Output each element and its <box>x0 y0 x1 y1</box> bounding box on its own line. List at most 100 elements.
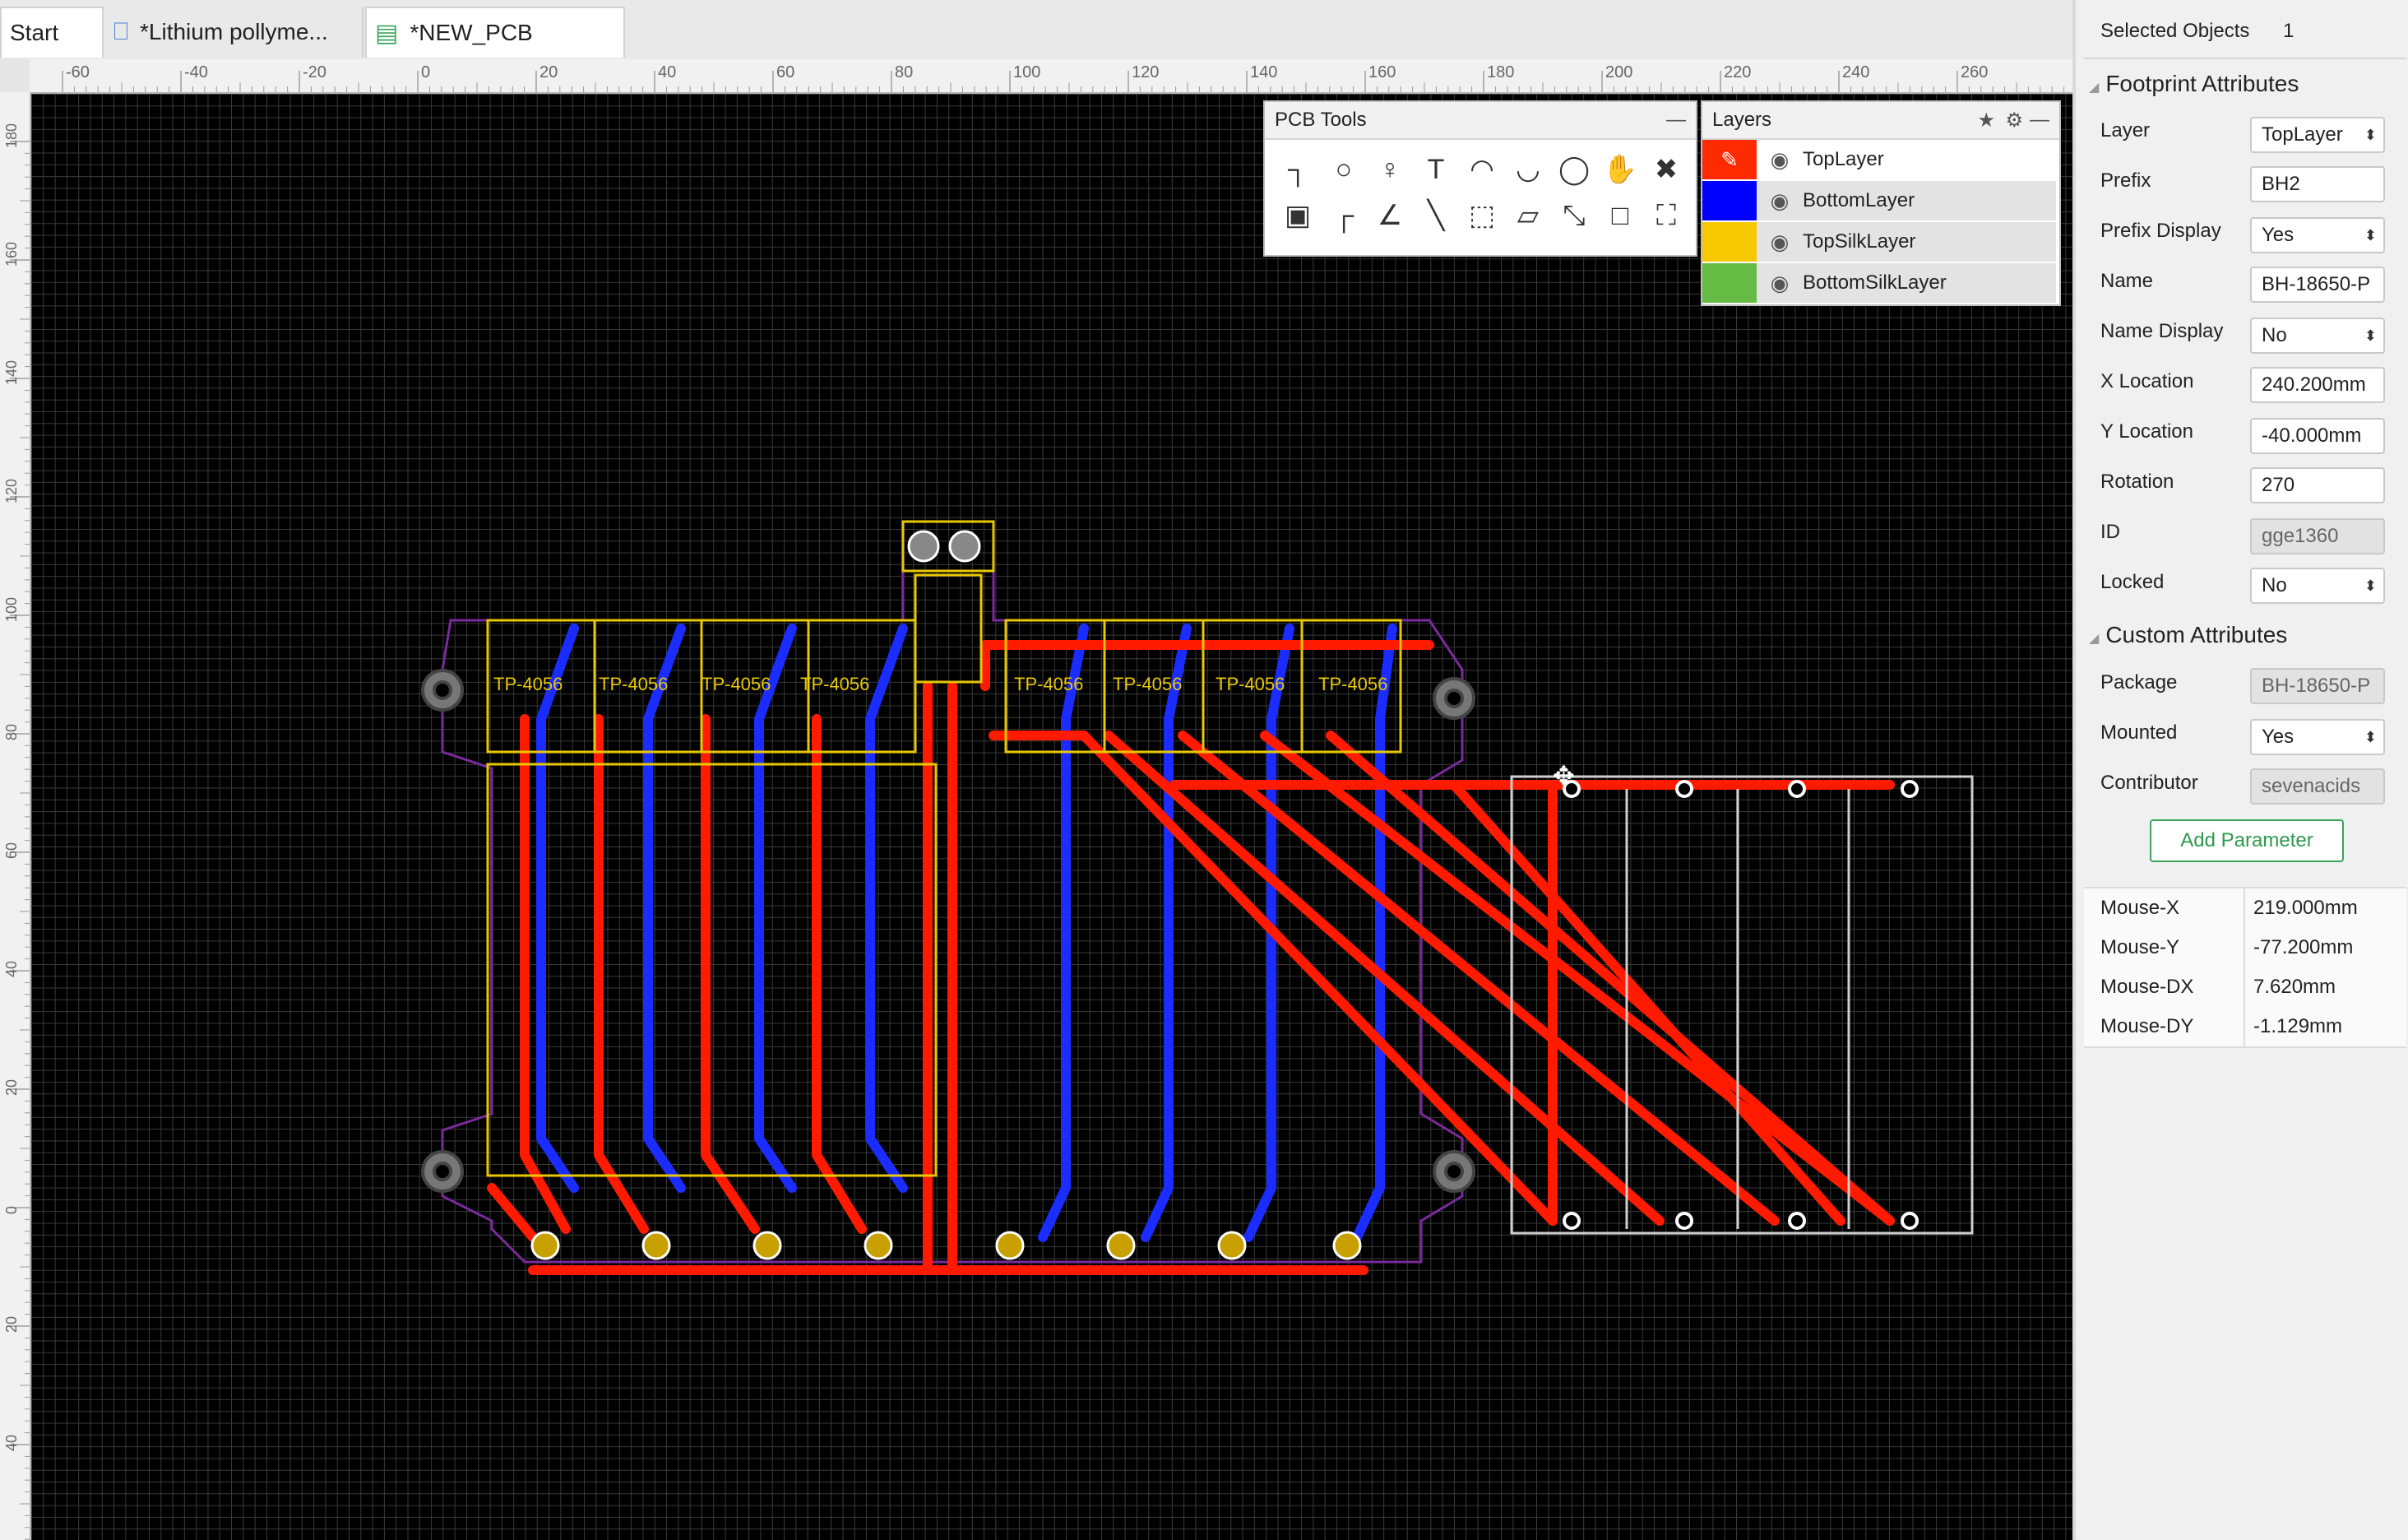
module-label: TP-4056 <box>493 674 563 694</box>
horizontal-ruler[interactable]: -60 -40 -20 0 20 40 60 80 100 120 140 160 180 200 220 2… <box>30 59 2072 94</box>
connect-tool-icon[interactable]: ╲ <box>1413 192 1459 239</box>
x-location-input[interactable]: 240.200mm <box>2250 367 2385 403</box>
battery-holder-bh2[interactable] <box>1510 775 1974 1235</box>
module-label: TP-4056 <box>702 674 771 694</box>
name-input[interactable]: BH-18650-P <box>2250 267 2385 303</box>
layer-select[interactable]: TopLayer ⬍ <box>2250 117 2385 153</box>
tab-label: *Lithium pollyme... <box>140 19 328 44</box>
custom-attributes-header[interactable]: ◢ Custom Attributes <box>2089 622 2401 648</box>
mounted-select[interactable]: Yes ⬍ <box>2250 719 2385 755</box>
mouse-y-value: -77.200mm <box>2253 936 2354 958</box>
track-tool-icon[interactable]: ┐ <box>1275 146 1321 192</box>
layers-title-bar[interactable]: Layers ★ ⚙ — <box>1702 102 2059 140</box>
pcb-canvas[interactable]: TP-4056 TP-4056 TP-4056 TP-4056 TP-4056 … <box>31 94 2072 1540</box>
move-cursor-icon: ✥ <box>1553 761 1575 791</box>
module-label: TP-4056 <box>599 674 668 694</box>
ruler-label: 160 <box>1368 63 1396 81</box>
ruler-label: 160 <box>3 242 20 267</box>
solid-region-icon[interactable]: ⬚ <box>1459 192 1505 239</box>
attr-label-package: Package <box>2100 671 2178 693</box>
mouse-dx-row: Mouse-DX 7.620mm <box>2084 967 2406 1009</box>
connect-pad-icon[interactable]: ✖ <box>1643 146 1689 192</box>
fit-view-icon[interactable]: ⛶ <box>1643 192 1689 239</box>
pcb-tools-title-bar[interactable]: PCB Tools — <box>1265 102 1696 140</box>
tab-new-pcb[interactable]: ▤ *NEW_PCB <box>365 7 625 58</box>
silkscreen <box>486 520 1402 1177</box>
ruler-label: -20 <box>303 63 326 81</box>
measure-tool-icon[interactable]: ⤡ <box>1551 192 1597 239</box>
layer-color-swatch[interactable] <box>1702 181 1757 220</box>
image-tool-icon[interactable]: ▣ <box>1275 192 1321 239</box>
pcb-tools-title: PCB Tools <box>1275 109 1367 131</box>
pencil-icon: ✎ <box>1702 140 1757 179</box>
minimize-icon[interactable]: — <box>2030 109 2049 132</box>
rectangle-tool-icon[interactable]: □ <box>1597 192 1643 239</box>
ruler-label: 20 <box>3 1316 20 1333</box>
ruler-label: 120 <box>3 479 20 503</box>
ruler-label: 220 <box>1724 63 1751 81</box>
vertical-ruler[interactable]: 180 160 140 120 100 80 60 40 20 0 20 40 <box>0 92 31 1540</box>
y-location-input[interactable]: -40.000mm <box>2250 418 2385 454</box>
name-display-select[interactable]: No ⬍ <box>2250 318 2385 354</box>
angle-tool-icon[interactable]: ∠ <box>1367 192 1413 239</box>
ruler-label: 20 <box>539 63 558 81</box>
mouse-dx-label: Mouse-DX <box>2100 976 2194 998</box>
layer-color-swatch[interactable] <box>1702 263 1757 303</box>
eye-icon[interactable]: ◉ <box>1757 188 1803 214</box>
pin-icon[interactable]: ★ <box>1977 109 1995 132</box>
layer-name: BottomLayer <box>1803 189 1915 211</box>
copper-area-icon[interactable]: ▱ <box>1505 192 1551 239</box>
layer-row-toplayer[interactable]: ✎ ◉ TopLayer <box>1702 140 2056 179</box>
hand-tool-icon[interactable]: ✋ <box>1597 146 1643 192</box>
tab-schematic[interactable]: ⎕ *Lithium pollyme... <box>105 7 364 58</box>
layer-row-bottomsilklayer[interactable]: ◉ BottomSilkLayer <box>1702 263 2056 303</box>
tool-grid: ┐ ○ ♀ T ◠ ◡ ◯ ✋ ✖ ▣ ┌ ∠ ╲ ⬚ ▱ ⤡ □ ⛶ <box>1275 146 1689 239</box>
minimize-icon[interactable]: — <box>1666 109 1686 132</box>
arc-ccw-tool-icon[interactable]: ◡ <box>1505 146 1551 192</box>
select-value: Yes <box>2262 224 2295 246</box>
eye-icon[interactable]: ◉ <box>1757 230 1803 255</box>
eye-icon[interactable]: ◉ <box>1757 147 1803 173</box>
attr-label-name-display: Name Display <box>2100 320 2224 342</box>
select-value: No <box>2262 574 2287 596</box>
select-arrows-icon: ⬍ <box>2364 226 2377 244</box>
attr-label-prefix-display: Prefix Display <box>2100 220 2221 242</box>
ruler-label: 80 <box>3 724 20 740</box>
via-tool-icon[interactable]: ♀ <box>1367 146 1413 192</box>
arc-tool-icon[interactable]: ◠ <box>1459 146 1505 192</box>
prefix-input[interactable]: BH2 <box>2250 166 2385 202</box>
layer-color-swatch[interactable] <box>1702 222 1757 262</box>
module-label: TP-4056 <box>1113 674 1182 694</box>
circle-tool-icon[interactable]: ◯ <box>1551 146 1597 192</box>
pad-tool-icon[interactable]: ○ <box>1321 146 1367 192</box>
select-arrows-icon: ⬍ <box>2364 327 2377 344</box>
text-tool-icon[interactable]: T <box>1413 146 1459 192</box>
vertical-ruler-ticks: 180 160 140 120 100 80 60 40 20 0 20 40 <box>3 123 30 1540</box>
module-label: TP-4056 <box>1318 674 1387 694</box>
rotation-input[interactable]: 270 <box>2250 467 2385 503</box>
add-parameter-button[interactable]: Add Parameter <box>2150 819 2344 862</box>
horizontal-ruler-ticks: -60 -40 -20 0 20 40 60 80 100 120 140 160 180 200 220 2… <box>62 63 2065 92</box>
select-value: Yes <box>2262 726 2295 748</box>
select-value: TopLayer <box>2262 123 2343 146</box>
divider <box>2084 58 2406 59</box>
layer-row-topsilklayer[interactable]: ◉ TopSilkLayer <box>1702 222 2056 262</box>
ruler-label: 40 <box>658 63 676 81</box>
footprint-attributes-header[interactable]: ◢ Footprint Attributes <box>2089 71 2401 97</box>
layer-row-bottomlayer[interactable]: ◉ BottomLayer <box>1702 181 2056 220</box>
divider <box>2244 928 2245 967</box>
locked-select[interactable]: No ⬍ <box>2250 568 2385 604</box>
dimension-tool-icon[interactable]: ┌ <box>1321 192 1367 239</box>
tab-start[interactable]: Start <box>0 7 104 58</box>
prefix-display-select[interactable]: Yes ⬍ <box>2250 217 2385 253</box>
layers-title: Layers <box>1712 109 1772 131</box>
ruler-label: 100 <box>3 597 20 622</box>
eye-icon[interactable]: ◉ <box>1757 271 1803 296</box>
pcb-drawing[interactable]: TP-4056 TP-4056 TP-4056 TP-4056 TP-4056 … <box>31 94 2072 1540</box>
ruler-label: 180 <box>1487 63 1514 81</box>
attr-label-locked: Locked <box>2100 571 2165 593</box>
divider <box>2244 967 2245 1007</box>
input-value: 270 <box>2262 474 2295 496</box>
gear-icon[interactable]: ⚙ <box>2005 109 2023 132</box>
divider <box>2244 888 2245 928</box>
